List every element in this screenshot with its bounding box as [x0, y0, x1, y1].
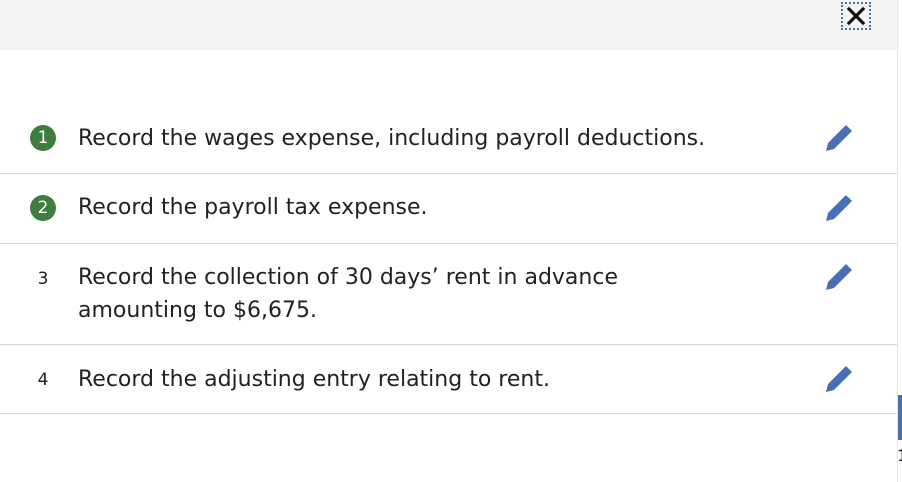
edit-task-button[interactable]: [822, 260, 856, 294]
dialog-header: [0, 0, 897, 50]
pencil-icon: [826, 366, 852, 392]
task-text: Record the collection of 30 days’ rent i…: [78, 265, 618, 323]
background-page-digit: 1: [897, 446, 902, 466]
task-text: Record the adjusting entry relating to r…: [78, 367, 550, 392]
close-icon: [846, 6, 866, 26]
task-row: 2 Record the payroll tax expense.: [0, 174, 897, 244]
close-button[interactable]: [841, 2, 871, 30]
task-number-badge: 2: [30, 195, 56, 221]
task-row: 4 Record the adjusting entry relating to…: [0, 345, 897, 414]
task-list: 1 Record the wages expense, including pa…: [0, 104, 897, 414]
pencil-icon: [826, 195, 852, 221]
task-number-badge: 1: [30, 125, 56, 151]
edit-task-button[interactable]: [822, 191, 856, 225]
task-text: Record the payroll tax expense.: [78, 195, 428, 220]
pencil-icon: [826, 125, 852, 151]
task-row: 3 Record the collection of 30 days’ rent…: [0, 244, 897, 345]
pencil-icon: [826, 264, 852, 290]
edit-task-button[interactable]: [822, 362, 856, 396]
task-text: Record the wages expense, including payr…: [78, 126, 706, 151]
task-number: 3: [37, 269, 49, 289]
task-number: 4: [37, 370, 49, 390]
edit-task-button[interactable]: [822, 121, 856, 155]
background-page-marker: [898, 395, 902, 440]
task-row: 1 Record the wages expense, including pa…: [0, 104, 897, 174]
